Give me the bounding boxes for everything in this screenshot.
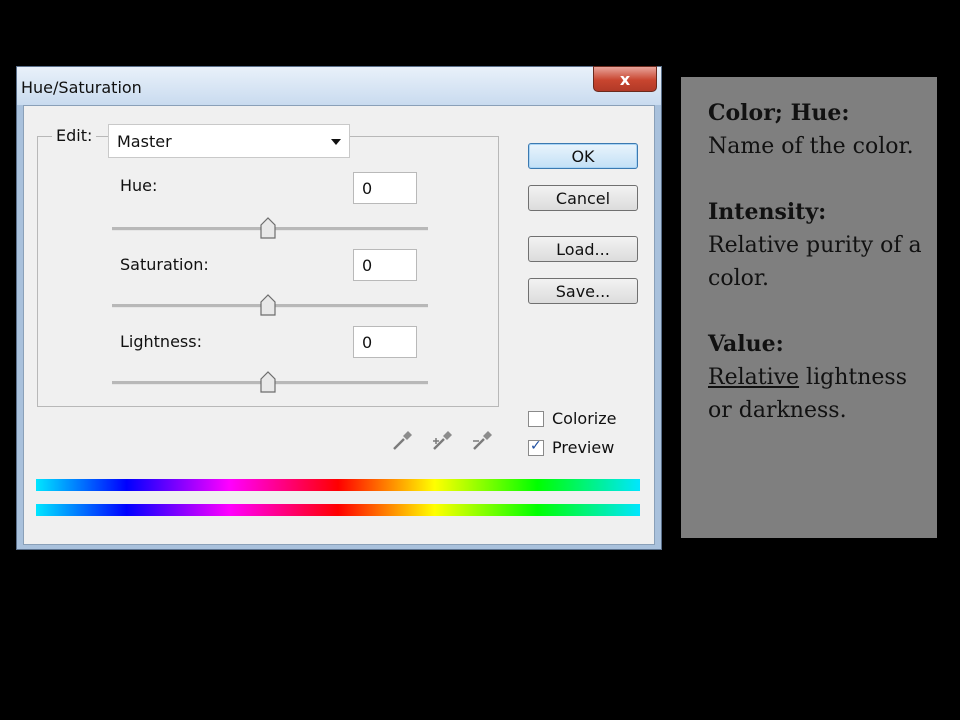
load-button[interactable]: Load... (528, 236, 638, 262)
save-button[interactable]: Save... (528, 278, 638, 304)
edit-group (37, 136, 499, 407)
edit-dropdown[interactable]: Master (108, 124, 350, 158)
lightness-label: Lightness: (120, 332, 202, 351)
eyedropper-minus-icon[interactable] (470, 427, 496, 453)
intensity-heading: Intensity: (708, 199, 827, 225)
hue-saturation-dialog: Hue/Saturation x Edit: Master Hue: 0 Sat… (16, 66, 662, 550)
value-description: Relative lightness or darkness. (708, 361, 932, 427)
lightness-input[interactable]: 0 (353, 326, 417, 358)
title-bar[interactable]: Hue/Saturation x (17, 66, 661, 105)
hue-label: Hue: (120, 176, 158, 195)
dialog-title: Hue/Saturation (21, 78, 142, 97)
hue-slider-thumb[interactable] (259, 217, 277, 239)
hue-heading: Color; Hue: (708, 100, 850, 126)
colorize-label[interactable]: Colorize (552, 409, 616, 428)
preview-checkbox[interactable]: ✓ (528, 438, 544, 456)
hue-input[interactable]: 0 (353, 172, 417, 204)
close-icon: x (619, 69, 631, 89)
saturation-slider-thumb[interactable] (259, 294, 277, 316)
info-panel: Color; Hue: Name of the color. Intensity… (681, 77, 937, 538)
checkmark-icon: ✓ (530, 438, 542, 454)
edit-dropdown-value: Master (117, 132, 172, 151)
hue-description: Name of the color. (708, 134, 914, 159)
dialog-content: Edit: Master Hue: 0 Saturation: 0 Lightn… (23, 105, 655, 545)
value-heading: Value: (708, 331, 784, 357)
lightness-slider-thumb[interactable] (259, 371, 277, 393)
close-button[interactable]: x (593, 66, 657, 92)
eyedropper-icon[interactable] (390, 427, 416, 453)
intensity-description: Relative purity of a color. (708, 233, 922, 291)
value-description-underlined: Relative (708, 365, 800, 390)
cancel-button[interactable]: Cancel (528, 185, 638, 211)
source-color-spectrum (36, 479, 640, 491)
saturation-label: Saturation: (120, 255, 209, 274)
result-color-spectrum (36, 504, 640, 516)
preview-label[interactable]: Preview (552, 438, 614, 457)
edit-label: Edit: (52, 126, 97, 145)
colorize-checkbox[interactable] (528, 411, 544, 427)
ok-button[interactable]: OK (528, 143, 638, 169)
eyedropper-plus-icon[interactable] (430, 427, 456, 453)
saturation-input[interactable]: 0 (353, 249, 417, 281)
chevron-down-icon (331, 139, 341, 145)
